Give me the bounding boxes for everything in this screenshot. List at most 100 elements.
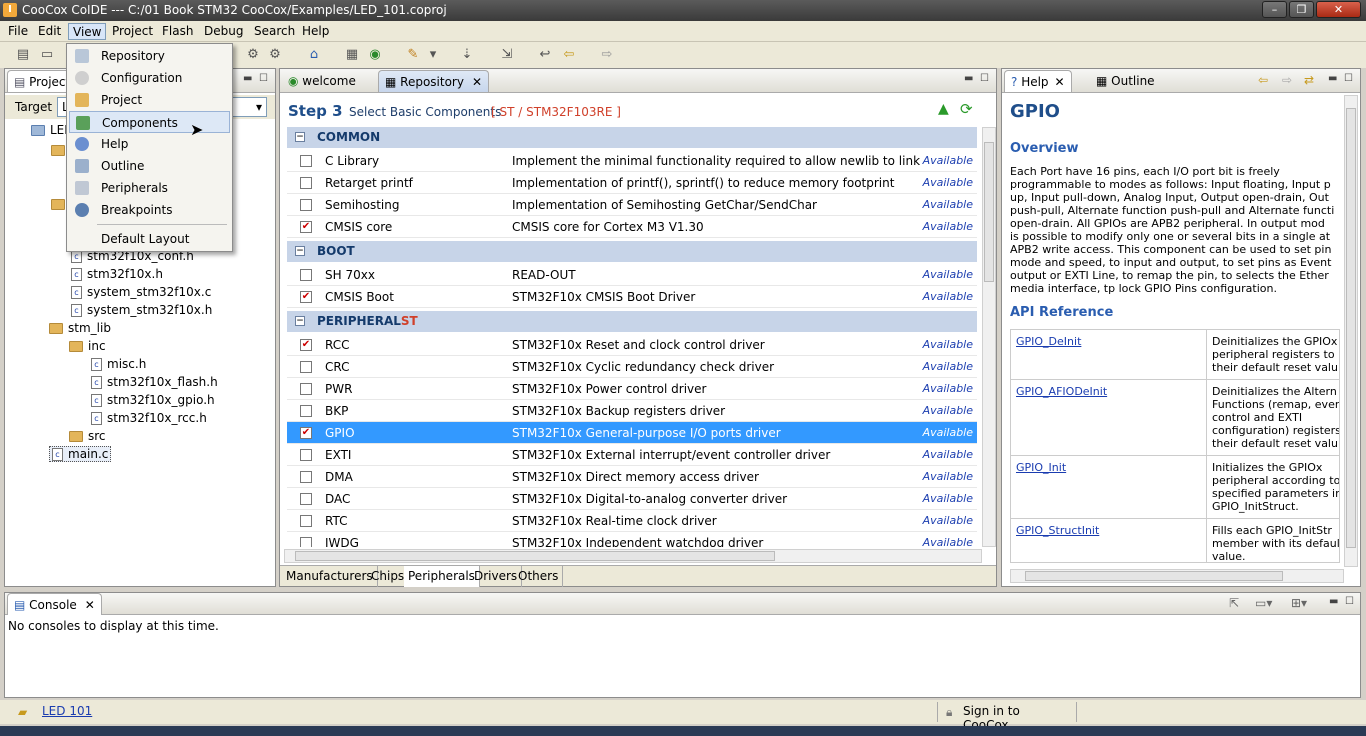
component-row[interactable]: RTC STM32F10x Real-time clock driver Avail… bbox=[287, 510, 977, 532]
scroll-thumb[interactable] bbox=[295, 551, 775, 561]
tree-file[interactable]: c system_stm32f10x.c bbox=[71, 285, 211, 299]
api-function-link[interactable]: GPIO_AFIODeInit bbox=[1016, 385, 1107, 398]
vertical-scrollbar[interactable] bbox=[982, 127, 996, 547]
component-status[interactable]: Available bbox=[923, 378, 973, 400]
component-checkbox[interactable] bbox=[300, 515, 312, 527]
component-status[interactable]: Available bbox=[923, 334, 973, 356]
close-tab-icon[interactable]: ✕ bbox=[472, 75, 482, 89]
back-arrow-icon[interactable]: ⇦ bbox=[560, 46, 578, 64]
minimize-view-icon[interactable]: ▬ bbox=[1328, 73, 1337, 84]
component-status[interactable]: Available bbox=[923, 216, 973, 238]
component-status[interactable]: Available bbox=[923, 356, 973, 378]
component-row[interactable]: ✔ GPIO STM32F10x General-purpose I/O ports… bbox=[287, 422, 977, 444]
menu-item-configuration[interactable]: Configuration bbox=[69, 67, 230, 89]
component-row[interactable]: ✔ RCC STM32F10x Reset and clock control dr… bbox=[287, 334, 977, 356]
globe-icon[interactable]: ◉ bbox=[366, 46, 384, 64]
minimize-view-icon[interactable]: ▬ bbox=[243, 73, 252, 84]
debug-icon[interactable]: ⇲ bbox=[498, 46, 516, 64]
menu-item-default-layout[interactable]: Default Layout bbox=[69, 228, 230, 250]
tab-help[interactable]: ? Help ✕ bbox=[1004, 70, 1072, 92]
component-checkbox[interactable] bbox=[300, 177, 312, 189]
component-row[interactable]: IWDG STM32F10x Independent watchdog drive… bbox=[287, 532, 977, 547]
component-checkbox[interactable] bbox=[300, 199, 312, 211]
tab-repository[interactable]: ▦ Repository ✕ bbox=[378, 70, 490, 92]
open-console-icon[interactable]: ⊞▾ bbox=[1291, 596, 1307, 610]
component-row[interactable]: ✔ CMSIS Boot STM32F10x CMSIS Boot Driver Av… bbox=[287, 286, 977, 308]
menu-help[interactable]: Help bbox=[298, 23, 333, 40]
menu-search[interactable]: Search bbox=[250, 23, 299, 40]
api-function-link[interactable]: GPIO_StructInit bbox=[1016, 524, 1099, 537]
menu-edit[interactable]: Edit bbox=[34, 23, 65, 40]
menu-item-breakpoints[interactable]: Breakpoints bbox=[69, 199, 230, 221]
scroll-thumb[interactable] bbox=[984, 142, 994, 282]
component-checkbox[interactable] bbox=[300, 405, 312, 417]
component-checkbox[interactable]: ✔ bbox=[300, 221, 312, 233]
component-status[interactable]: Available bbox=[923, 286, 973, 308]
menu-file[interactable]: File bbox=[4, 23, 32, 40]
tree-file[interactable]: c stm32f10x_rcc.h bbox=[91, 411, 207, 425]
menu-view[interactable]: View bbox=[68, 23, 107, 40]
maximize-button[interactable]: ❐ bbox=[1289, 1, 1314, 18]
component-status[interactable]: Available bbox=[923, 444, 973, 466]
up-arrow-icon[interactable]: ▲ bbox=[938, 101, 949, 117]
close-tab-icon[interactable]: ✕ bbox=[1055, 75, 1065, 89]
settings-icon[interactable]: ⚙ bbox=[244, 46, 262, 64]
component-row[interactable]: PWR STM32F10x Power control driver Availab… bbox=[287, 378, 977, 400]
component-status[interactable]: Available bbox=[923, 194, 973, 216]
menu-flash[interactable]: Flash bbox=[158, 23, 197, 40]
sync-icon[interactable]: ⇄ bbox=[1304, 73, 1314, 87]
menu-item-components[interactable]: Components bbox=[69, 111, 230, 133]
download-icon[interactable]: ⇣ bbox=[458, 46, 476, 64]
component-checkbox[interactable]: ✔ bbox=[300, 427, 312, 439]
menu-item-project[interactable]: Project bbox=[69, 89, 230, 111]
collapse-icon[interactable]: − bbox=[295, 316, 305, 326]
maximize-view-icon[interactable]: ☐ bbox=[980, 73, 989, 84]
component-status[interactable]: Available bbox=[923, 150, 973, 172]
refresh-icon[interactable]: ⟳ bbox=[960, 100, 973, 118]
sign-in-area[interactable]: 🔒︎ Sign in to CooCox... bbox=[937, 702, 1077, 732]
component-status[interactable]: Available bbox=[923, 488, 973, 510]
component-row[interactable]: SH 70xx READ-OUT Available bbox=[287, 264, 977, 286]
back-arrow-icon[interactable]: ⇦ bbox=[1258, 73, 1268, 87]
pin-console-icon[interactable]: ⇱ bbox=[1229, 596, 1239, 610]
component-status[interactable]: Available bbox=[923, 510, 973, 532]
component-checkbox[interactable] bbox=[300, 493, 312, 505]
component-checkbox[interactable] bbox=[300, 155, 312, 167]
component-checkbox[interactable] bbox=[300, 449, 312, 461]
tree-file[interactable]: c stm32f10x_flash.h bbox=[91, 375, 218, 389]
api-function-link[interactable]: GPIO_Init bbox=[1016, 461, 1066, 474]
menu-debug[interactable]: Debug bbox=[200, 23, 247, 40]
component-row[interactable]: Retarget printf Implementation of printf(… bbox=[287, 172, 977, 194]
collapse-icon[interactable]: − bbox=[295, 246, 305, 256]
component-row[interactable]: DMA STM32F10x Direct memory access driver… bbox=[287, 466, 977, 488]
close-button[interactable]: ✕ bbox=[1316, 1, 1361, 18]
tree-folder[interactable]: stm_lib bbox=[49, 321, 111, 335]
component-row[interactable]: EXTI STM32F10x External interrupt/event c… bbox=[287, 444, 977, 466]
tab-peripherals[interactable]: Peripherals bbox=[404, 566, 480, 587]
component-checkbox[interactable]: ✔ bbox=[300, 339, 312, 351]
minimize-view-icon[interactable]: ▬ bbox=[1329, 596, 1338, 607]
tree-file-selected[interactable]: c main.c bbox=[49, 446, 112, 462]
component-row[interactable]: Semihosting Implementation of Semihosting… bbox=[287, 194, 977, 216]
project-link[interactable]: LED 101 bbox=[42, 704, 92, 718]
display-console-icon[interactable]: ▭▾ bbox=[1255, 596, 1272, 610]
tree-file[interactable]: c system_stm32f10x.h bbox=[71, 303, 212, 317]
component-checkbox[interactable] bbox=[300, 537, 312, 547]
component-checkbox[interactable] bbox=[300, 269, 312, 281]
maximize-view-icon[interactable]: ☐ bbox=[1345, 596, 1354, 607]
tree-folder[interactable]: inc bbox=[69, 339, 106, 353]
home-icon[interactable]: ⌂ bbox=[305, 46, 323, 64]
section-header[interactable]: − COMMON bbox=[287, 127, 977, 148]
component-status[interactable]: Available bbox=[923, 466, 973, 488]
vertical-scrollbar[interactable] bbox=[1344, 95, 1358, 567]
config-icon[interactable]: ⚙ bbox=[266, 46, 284, 64]
horizontal-scrollbar[interactable] bbox=[284, 549, 982, 563]
tab-welcome[interactable]: ◉ welcome bbox=[282, 70, 362, 92]
component-checkbox[interactable] bbox=[300, 361, 312, 373]
maximize-view-icon[interactable]: ☐ bbox=[1344, 73, 1353, 84]
tab-others[interactable]: Others bbox=[514, 566, 564, 587]
component-row[interactable]: ✔ CMSIS core CMSIS core for Cortex M3 V1.3… bbox=[287, 216, 977, 238]
section-header[interactable]: − PERIPHERALST bbox=[287, 311, 977, 332]
new-file-icon[interactable]: ▤ bbox=[14, 46, 32, 64]
forward-arrow-icon[interactable]: ⇨ bbox=[1282, 73, 1292, 87]
